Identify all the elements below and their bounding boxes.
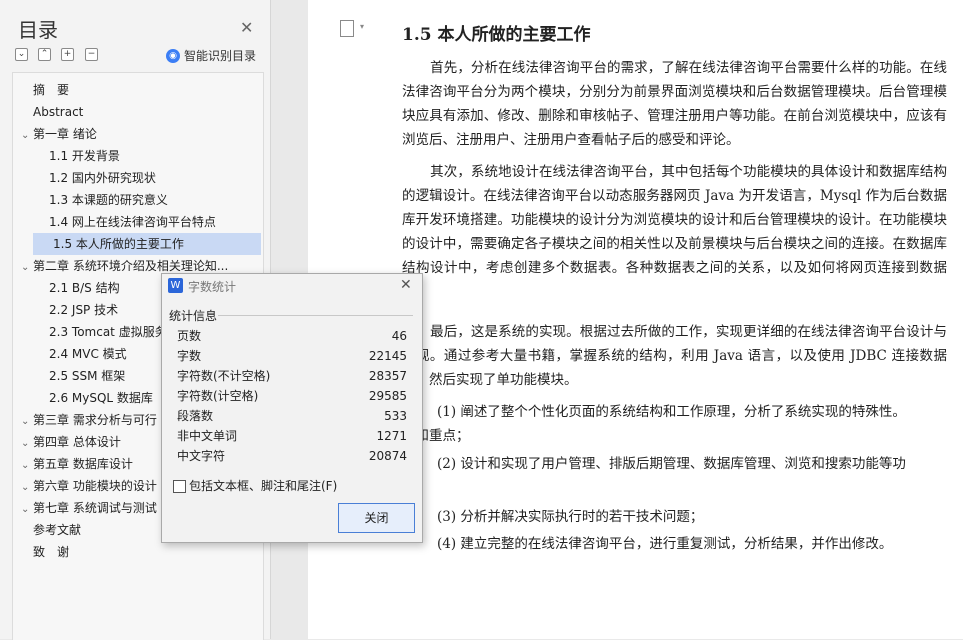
toc-item[interactable]: 致 谢	[21, 541, 251, 563]
section-label: 统计信息	[169, 309, 218, 323]
stat-label: 非中文单词	[177, 429, 238, 443]
toc-item[interactable]: ⌄ 第一章 绪论	[21, 123, 251, 145]
close-icon[interactable]: ✕	[400, 277, 412, 293]
stat-label: 段落数	[177, 409, 214, 423]
toc-item-label: 第一章 绪论	[33, 127, 97, 141]
section-heading: 1.5 本人所做的主要工作	[402, 25, 591, 45]
toc-item-label: 第五章 数据库设计	[33, 457, 133, 471]
dialog-title: 字数统计	[188, 280, 237, 294]
chevron-down-icon[interactable]: ⌄	[21, 477, 33, 497]
chevron-down-icon[interactable]: ⌄	[21, 433, 33, 453]
stat-row: 字数 22145	[177, 346, 407, 366]
checkbox-label[interactable]: 包括文本框、脚注和尾注(F)	[189, 477, 337, 494]
paragraph: 其次，系统地设计在线法律咨询平台，其中包括每个功能模块的具体设计和数据库结构的逻…	[402, 164, 947, 300]
dialog-titlebar[interactable]: W 字数统计 ✕	[162, 274, 422, 298]
stat-row: 段落数 533	[177, 406, 407, 426]
toc-item[interactable]: 1.4 网上在线法律咨询平台特点	[37, 211, 251, 233]
toc-item-label: 第七章 系统调试与测试	[33, 501, 157, 515]
divider	[218, 315, 413, 316]
smart-toc-button[interactable]: ◉ 智能识别目录	[166, 47, 256, 64]
word-count-dialog: W 字数统计 ✕ 统计信息 页数 46 字数 22145 字符数(不计空格) 28357 字…	[161, 273, 423, 543]
list-item: (2) 设计和实现了用户管理、排版后期管理、数据库管理、浏览和搜索功能等功	[437, 456, 906, 472]
toc-item-label: 第四章 总体设计	[33, 435, 121, 449]
stat-row: 中文字符 20874	[177, 446, 407, 466]
toc-item[interactable]: 摘 要	[21, 79, 251, 101]
stat-value: 22145	[368, 349, 407, 363]
chevron-down-icon[interactable]: ⌄	[21, 257, 33, 277]
toc-item-label: 2.3 Tomcat 虚拟服务	[49, 325, 167, 339]
stat-row: 非中文单词 1271	[177, 426, 407, 446]
toc-item[interactable]: 1.2 国内外研究现状	[37, 167, 251, 189]
toc-item-label: 参考文献	[33, 523, 82, 537]
toc-item-label: 2.5 SSM 框架	[49, 369, 126, 383]
toc-item-label: 第二章 系统环境介绍及相关理论知...	[33, 259, 229, 273]
remove-heading-icon[interactable]: −	[85, 48, 98, 61]
paragraph: 最后，这是系统的实现。根据过去所做的工作，实现更详细的在线法律咨询平台设计与实现…	[402, 324, 947, 388]
chevron-down-icon[interactable]: ⌄	[21, 499, 33, 519]
expand-all-icon[interactable]: ⌃	[38, 48, 51, 61]
chevron-down-icon[interactable]: ⌄	[21, 455, 33, 475]
stat-label: 字符数(计空格)	[177, 389, 259, 403]
toc-item-label: 1.5 本人所做的主要工作	[53, 237, 184, 251]
stat-value: 533	[384, 409, 407, 423]
stat-label: 页数	[177, 329, 202, 343]
toc-item-label: Abstract	[33, 105, 84, 119]
close-button[interactable]: 关闭	[338, 503, 415, 533]
stat-row: 字符数(不计空格) 28357	[177, 366, 407, 386]
stat-value: 1271	[376, 429, 407, 443]
stat-value: 28357	[368, 369, 407, 383]
stat-value: 20874	[368, 449, 407, 463]
list-item: (3) 分析并解决实际执行时的若干技术问题；	[437, 509, 704, 525]
toc-item[interactable]: Abstract	[21, 101, 251, 123]
list-item: (4) 建立完整的在线法律咨询平台，进行重复测试，分析结果，并作出修改。	[437, 536, 893, 552]
toc-item[interactable]: 1.1 开发背景	[37, 145, 251, 167]
toc-item-label: 致 谢	[33, 545, 70, 559]
ai-icon: ◉	[166, 48, 180, 63]
chevron-down-icon[interactable]: ⌄	[21, 411, 33, 431]
pane-title: 目录	[18, 18, 58, 42]
list-item: (1) 阐述了整个个性化页面的系统结构和工作原理，分析了系统实现的特殊性。	[437, 404, 906, 420]
include-textbox-checkbox[interactable]	[173, 480, 186, 493]
toc-item-label: 第三章 需求分析与可行	[33, 413, 157, 427]
toc-item-label: 2.1 B/S 结构	[49, 281, 120, 295]
stat-label: 中文字符	[177, 449, 226, 463]
toc-item-label: 2.2 JSP 技术	[49, 303, 119, 317]
toc-item-label: 1.2 国内外研究现状	[49, 171, 156, 185]
chevron-down-icon[interactable]: ⌄	[21, 125, 33, 145]
smart-toc-label: 智能识别目录	[184, 49, 257, 63]
chevron-down-icon[interactable]: ▾	[360, 22, 364, 31]
toc-item-label: 1.1 开发背景	[49, 149, 120, 163]
toc-item-label: 摘 要	[33, 83, 70, 97]
toc-item-label: 2.6 MySQL 数据库	[49, 391, 153, 405]
toc-item-label: 第六章 功能模块的设计	[33, 479, 157, 493]
collapse-all-icon[interactable]: ⌄	[15, 48, 28, 61]
stat-value: 46	[391, 329, 407, 343]
toc-item-label: 1.3 本课题的研究意义	[49, 193, 168, 207]
stat-label: 字数	[177, 349, 202, 363]
app-icon: W	[168, 278, 183, 293]
toc-item-label: 2.4 MVC 模式	[49, 347, 127, 361]
stat-row: 页数 46	[177, 326, 407, 346]
stat-value: 29585	[368, 389, 407, 403]
toc-item[interactable]: 1.5 本人所做的主要工作	[33, 233, 261, 255]
add-heading-icon[interactable]: +	[61, 48, 74, 61]
paragraph: 首先，分析在线法律咨询平台的需求，了解在线法律咨询平台需要什么样的功能。在线法律…	[402, 60, 947, 148]
toc-item-label: 1.4 网上在线法律咨询平台特点	[49, 215, 216, 229]
document-icon[interactable]	[340, 20, 354, 37]
stat-label: 字符数(不计空格)	[177, 369, 271, 383]
close-icon[interactable]: ✕	[240, 18, 253, 37]
toc-item[interactable]: 1.3 本课题的研究意义	[37, 189, 251, 211]
stat-row: 字符数(计空格) 29585	[177, 386, 407, 406]
